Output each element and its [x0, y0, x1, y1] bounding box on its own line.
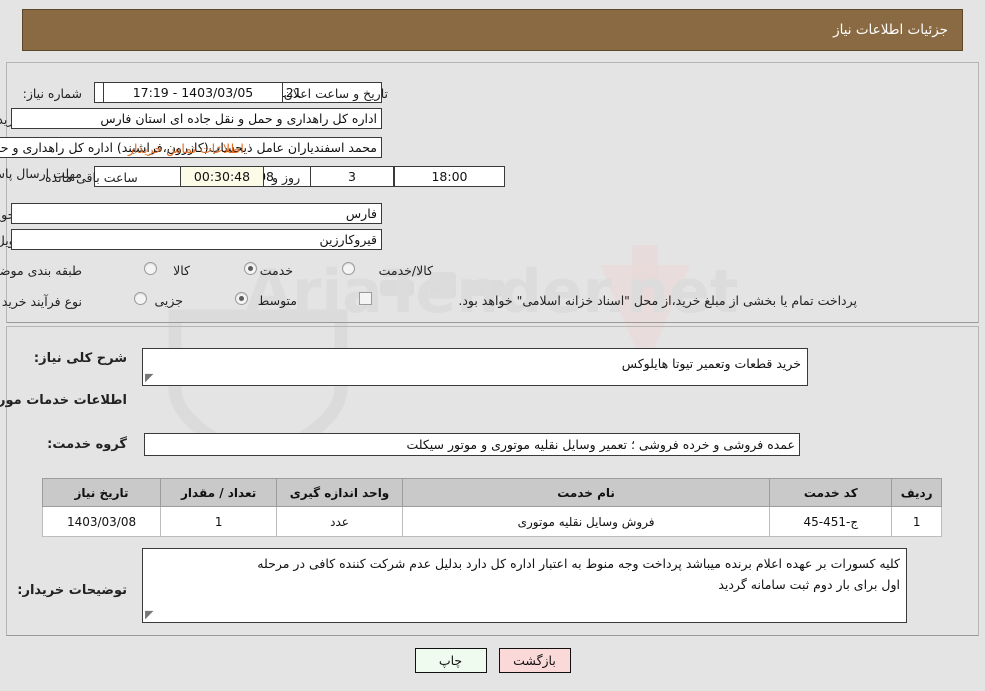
radio-label-khedmat[interactable]: خدمت: [260, 263, 293, 278]
back-button[interactable]: بازگشت: [498, 648, 571, 673]
services-section-heading: اطلاعات خدمات مورد نیاز: [0, 393, 127, 408]
announce-date-field[interactable]: 1403/03/05 - 17:19: [103, 82, 283, 103]
th-code: کد خدمت: [769, 478, 893, 507]
cell-qty: 1: [160, 506, 278, 537]
buyer-contact-link[interactable]: اطلاعات تماس خریدار: [128, 141, 244, 156]
radio-label-kala[interactable]: کالا: [173, 263, 190, 278]
buyer-notes-label: توضیحات خریدار:: [17, 583, 127, 598]
countdown-timer: 00:30:48: [180, 166, 264, 187]
radio-process-motavaset[interactable]: [235, 292, 248, 305]
delivery-province-field[interactable]: فارس: [11, 203, 382, 224]
th-name: نام خدمت: [401, 478, 771, 507]
radio-category-kala-khedmat[interactable]: [342, 262, 355, 275]
cell-unit: عدد: [276, 506, 403, 537]
services-table: ردیف کد خدمت نام خدمت واحد اندازه گیری ت…: [41, 478, 942, 537]
table-row: 1 ج-451-45 فروش وسایل نقلیه موتوری عدد 1…: [41, 506, 942, 537]
resize-grip-icon-notes[interactable]: ◥: [145, 608, 157, 621]
resize-grip-icon[interactable]: ◥: [145, 371, 157, 384]
page-header: جزئیات اطلاعات نیاز: [22, 9, 963, 51]
treasury-bond-label[interactable]: پرداخت تمام یا بخشی از مبلغ خرید،از محل …: [382, 293, 857, 308]
remaining-hours-label: ساعت باقی مانده: [45, 170, 138, 185]
buyer-notes-textarea[interactable]: کلیه کسورات بر عهده اعلام برنده میباشد پ…: [142, 548, 907, 623]
th-qty: تعداد / مقدار: [160, 478, 278, 507]
delivery-city-field[interactable]: قیروکارزین: [11, 229, 382, 250]
action-buttons: بازگشت چاپ: [0, 648, 985, 673]
table-header-row: ردیف کد خدمت نام خدمت واحد اندازه گیری ت…: [41, 478, 942, 507]
radio-label-kala-khedmat[interactable]: کالا/خدمت: [379, 263, 433, 278]
need-number-label: شماره نیاز:: [22, 86, 82, 101]
buyer-org-field[interactable]: اداره کل راهداری و حمل و نقل جاده ای است…: [11, 108, 382, 129]
radio-label-motavaset[interactable]: متوسط: [258, 293, 297, 308]
need-summary-textarea[interactable]: خرید قطعات وتعمیر تیوتا هایلوکس ◥: [142, 348, 808, 386]
deadline-hour-field[interactable]: 18:00: [394, 166, 505, 187]
tender-details-page: AriaTender.net جزئیات اطلاعات نیاز شماره…: [0, 0, 985, 691]
th-date: تاریخ نیاز: [41, 478, 162, 507]
th-radif: ردیف: [891, 478, 942, 507]
treasury-bond-checkbox[interactable]: [359, 292, 372, 305]
radio-process-jozei[interactable]: [134, 292, 147, 305]
need-summary-text: خرید قطعات وتعمیر تیوتا هایلوکس: [621, 356, 801, 371]
radio-category-khedmat[interactable]: [244, 262, 257, 275]
th-unit: واحد اندازه گیری: [276, 478, 403, 507]
service-group-field[interactable]: عمده فروشی و خرده فروشی ؛ تعمیر وسایل نق…: [144, 433, 800, 456]
category-label: طبقه بندی موضوعی:: [0, 263, 82, 278]
print-button[interactable]: چاپ: [414, 648, 487, 673]
need-summary-label: شرح کلی نیاز:: [33, 351, 127, 366]
deadline-days-label: روز و: [272, 170, 301, 185]
deadline-days-field[interactable]: 3: [310, 166, 394, 187]
cell-code: ج-451-45: [769, 506, 893, 537]
cell-radif: 1: [891, 506, 942, 537]
process-type-label: نوع فرآیند خرید :: [0, 294, 82, 309]
radio-label-jozei[interactable]: جزیی: [154, 293, 183, 308]
cell-name: فروش وسایل نقلیه موتوری: [401, 506, 771, 537]
page-title: جزئیات اطلاعات نیاز: [833, 22, 948, 38]
buyer-notes-line-1: کلیه کسورات بر عهده اعلام برنده میباشد پ…: [257, 556, 900, 571]
buyer-notes-line-2: اول برای بار دوم ثبت سامانه گردید: [718, 577, 900, 592]
cell-date: 1403/03/08: [41, 506, 162, 537]
service-group-label: گروه خدمت:: [47, 437, 127, 452]
radio-category-kala[interactable]: [144, 262, 157, 275]
